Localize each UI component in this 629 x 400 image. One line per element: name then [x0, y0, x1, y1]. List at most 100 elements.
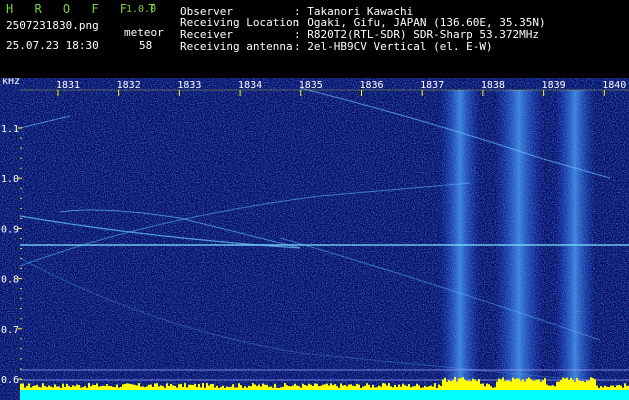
- level-peak: [204, 387, 206, 390]
- level-peak: [332, 385, 334, 390]
- level-peak: [284, 383, 286, 390]
- level-peak: [520, 380, 522, 390]
- level-peak: [480, 383, 482, 390]
- level-peak: [558, 381, 560, 390]
- level-peak: [110, 386, 112, 390]
- level-peak: [378, 385, 380, 390]
- level-peak: [134, 385, 136, 390]
- level-peak: [326, 383, 328, 390]
- freq-tick-label: 1.1: [1, 124, 19, 135]
- level-peak: [574, 381, 576, 390]
- level-peak: [268, 386, 270, 390]
- level-peak: [580, 381, 582, 390]
- level-peak: [212, 384, 214, 390]
- level-peak: [198, 384, 200, 390]
- level-peak: [158, 386, 160, 390]
- level-peak: [94, 385, 96, 390]
- level-peak: [576, 377, 578, 390]
- level-peak: [496, 381, 498, 390]
- level-peak: [302, 383, 304, 390]
- level-peak: [150, 384, 152, 390]
- level-peak: [128, 383, 130, 390]
- time-tick-label: 1840: [602, 80, 626, 91]
- level-peak: [180, 383, 182, 390]
- freq-tick-label: 0.7: [1, 325, 19, 336]
- level-peak: [74, 386, 76, 390]
- level-peak: [28, 383, 30, 390]
- level-peak: [246, 387, 248, 390]
- level-peak: [608, 387, 610, 390]
- level-peak: [388, 383, 390, 390]
- time-tick-label: 1834: [238, 80, 262, 91]
- freq-tick-label: 0.8: [1, 275, 19, 286]
- level-peak: [130, 383, 132, 390]
- level-peak: [78, 384, 80, 390]
- level-peak: [236, 387, 238, 390]
- level-peak: [492, 387, 494, 390]
- level-peak: [220, 386, 222, 390]
- level-peak: [518, 378, 520, 390]
- level-peak: [262, 383, 264, 390]
- level-peak: [242, 387, 244, 390]
- level-peak: [536, 379, 538, 390]
- level-peak: [436, 387, 438, 390]
- level-peak: [562, 377, 564, 390]
- level-peak: [360, 387, 362, 390]
- level-peak: [196, 387, 198, 390]
- level-peak: [164, 387, 166, 390]
- level-peak: [188, 384, 190, 390]
- level-peak: [338, 387, 340, 390]
- level-peak: [42, 383, 44, 390]
- level-peak: [234, 387, 236, 390]
- time-tick-label: 1839: [542, 80, 566, 91]
- level-peak: [336, 386, 338, 390]
- level-peak: [376, 387, 378, 390]
- level-peak: [394, 384, 396, 390]
- level-peak: [542, 380, 544, 390]
- level-peak: [132, 384, 134, 390]
- freq-tick-label: 1.0: [1, 174, 19, 185]
- freq-tick-label: 0.6: [1, 375, 19, 386]
- level-peak: [136, 385, 138, 390]
- level-peak: [24, 387, 26, 390]
- level-peak: [108, 385, 110, 390]
- level-peak: [252, 383, 254, 390]
- level-peak: [462, 377, 464, 390]
- level-peak: [572, 380, 574, 390]
- level-peak: [348, 384, 350, 390]
- level-peak: [218, 387, 220, 390]
- file-name: 2507231830.png: [6, 19, 99, 32]
- level-peak: [90, 386, 92, 390]
- level-peak: [256, 385, 258, 390]
- level-peak: [172, 385, 174, 390]
- level-peak: [142, 386, 144, 390]
- level-peak: [452, 380, 454, 390]
- level-peak: [266, 385, 268, 390]
- level-peak: [566, 377, 568, 390]
- level-peak: [76, 384, 78, 390]
- level-peak: [182, 386, 184, 390]
- level-peak: [288, 386, 290, 390]
- level-peak: [584, 381, 586, 390]
- level-peak: [304, 384, 306, 390]
- level-peak: [622, 387, 624, 390]
- level-peak: [118, 387, 120, 390]
- level-peak: [598, 387, 600, 390]
- level-peak: [192, 384, 194, 390]
- level-peak: [270, 386, 272, 390]
- level-peak: [490, 386, 492, 390]
- level-peak: [306, 385, 308, 390]
- level-peak: [310, 384, 312, 390]
- level-peak: [446, 381, 448, 390]
- level-peak: [140, 386, 142, 390]
- level-peak: [328, 385, 330, 390]
- level-peak: [216, 385, 218, 390]
- level-peak: [588, 380, 590, 390]
- level-peak: [494, 387, 496, 390]
- level-peak: [418, 385, 420, 390]
- level-peak: [614, 387, 616, 390]
- level-peak: [440, 385, 442, 390]
- header-panel: H R O F F T 1.0.0 2507231830.png meteor …: [0, 0, 629, 78]
- level-peak: [526, 378, 528, 390]
- level-peak: [162, 386, 164, 390]
